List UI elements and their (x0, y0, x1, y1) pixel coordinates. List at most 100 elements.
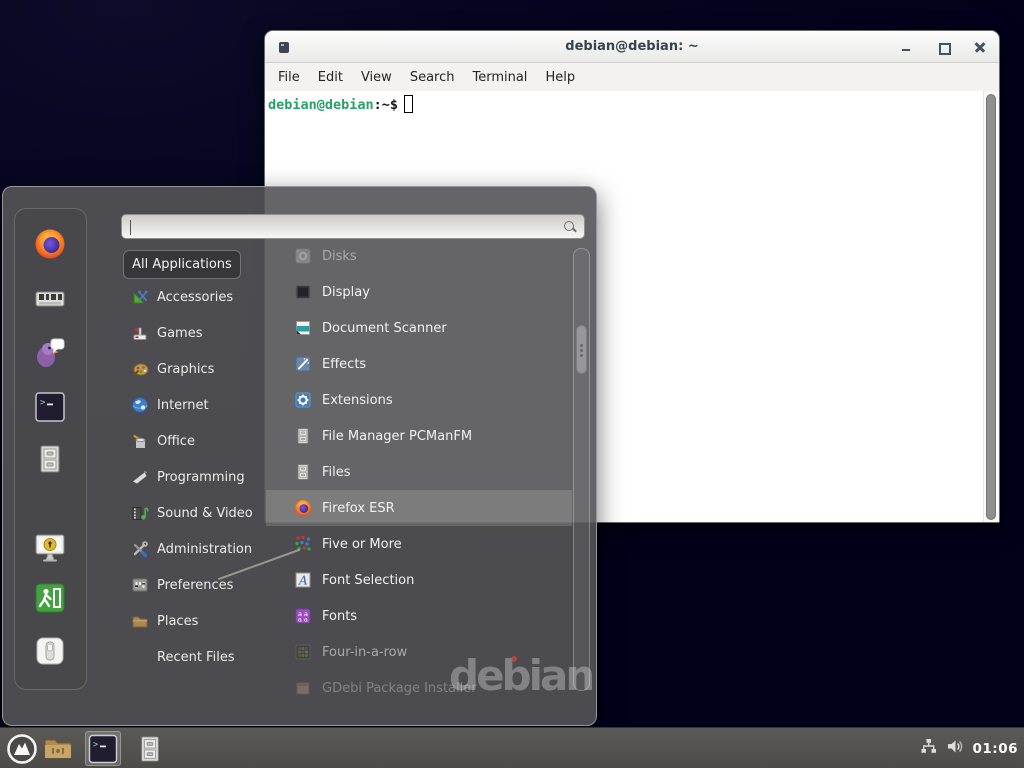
app-display[interactable]: Display (266, 274, 572, 310)
shell-prompt: debian@debian:~$ (268, 95, 413, 113)
terminal-menubar: File Edit View Search Terminal Help (265, 63, 999, 91)
minimize-button[interactable] (901, 42, 911, 52)
taskbar-file-manager-button[interactable] (40, 731, 76, 766)
category-internet[interactable]: Internet (119, 387, 266, 423)
app-extensions[interactable]: Extensions (266, 382, 572, 418)
places-icon (131, 612, 149, 630)
maximize-button[interactable] (938, 42, 948, 52)
category-recent-files[interactable]: Recent Files (119, 639, 266, 675)
menu-view[interactable]: View (352, 66, 401, 89)
close-button[interactable] (975, 42, 985, 52)
menu-file[interactable]: File (269, 66, 309, 89)
file-cabinet-icon (294, 463, 312, 481)
app-document-scanner[interactable]: Document Scanner (266, 310, 572, 346)
terminal-scrollbar[interactable] (983, 91, 999, 523)
terminal-titlebar[interactable]: debian@debian: ~ (265, 31, 999, 63)
gdebi-icon (294, 679, 312, 697)
keyboard-icon (33, 282, 67, 316)
category-list: Accessories Games Graphics Internet Offi… (119, 279, 266, 675)
category-office[interactable]: Office (119, 423, 266, 459)
document-scanner-icon (294, 319, 312, 337)
favorite-file-manager-button[interactable] (27, 436, 73, 482)
office-icon (131, 432, 149, 450)
menu-scrollbar-thumb[interactable] (576, 325, 587, 374)
category-programming[interactable]: Programming (119, 459, 266, 495)
file-cabinet-icon (34, 443, 66, 475)
folder-icon (41, 732, 75, 766)
terminal-icon: > (88, 734, 118, 764)
category-preferences[interactable]: Preferences (119, 567, 266, 603)
effects-icon (294, 355, 312, 373)
search-box[interactable] (121, 214, 585, 239)
no-icon (131, 648, 149, 666)
app-gdebi-package-installer[interactable]: GDebi Package Installer (266, 670, 572, 706)
menu-edit[interactable]: Edit (309, 66, 352, 89)
fonts-icon: a aa a (294, 607, 312, 625)
four-in-a-row-icon (294, 643, 312, 661)
all-applications-button[interactable]: All Applications (123, 250, 241, 279)
terminal-cursor (404, 95, 413, 113)
clock[interactable]: 01:06 (973, 741, 1018, 757)
category-places[interactable]: Places (119, 603, 266, 639)
graphics-icon (131, 360, 149, 378)
category-sound-video[interactable]: Sound & Video (119, 495, 266, 531)
app-firefox-esr[interactable]: Firefox ESR (266, 490, 572, 526)
menu-search[interactable]: Search (401, 66, 464, 89)
app-five-or-more[interactable]: Five or More (266, 526, 572, 562)
applications-menu: debian > (2, 186, 597, 726)
app-effects[interactable]: Effects (266, 346, 572, 382)
font-selection-icon: A (294, 571, 312, 589)
display-icon (294, 283, 312, 301)
app-file-manager-pcmanfm[interactable]: File Manager PCManFM (266, 418, 572, 454)
programming-icon (131, 468, 149, 486)
firefox-icon (34, 228, 66, 260)
volume-icon[interactable] (946, 737, 965, 760)
internet-icon (131, 396, 149, 414)
app-fonts[interactable]: a aa a Fonts (266, 598, 572, 634)
app-disks[interactable]: Disks (266, 238, 572, 274)
pidgin-icon (33, 336, 67, 370)
app-font-selection[interactable]: A Font Selection (266, 562, 572, 598)
search-input[interactable] (130, 217, 550, 236)
favorite-firefox-button[interactable] (27, 221, 73, 267)
category-administration[interactable]: Administration (119, 531, 266, 567)
application-list: Disks Display Document Scanner Effects E… (266, 238, 572, 706)
administration-icon (131, 540, 149, 558)
menu-button[interactable] (4, 731, 40, 766)
search-icon (563, 220, 577, 234)
menu-scrollbar[interactable] (573, 248, 590, 691)
taskbar-files-button[interactable] (132, 731, 168, 766)
terminal-icon: > (34, 391, 66, 423)
five-or-more-icon (294, 535, 312, 553)
favorite-keyboard-button[interactable] (27, 276, 73, 322)
accessories-icon (131, 288, 149, 306)
logout-button[interactable] (27, 575, 73, 621)
favorite-pidgin-button[interactable] (27, 330, 73, 376)
menu-terminal[interactable]: Terminal (463, 66, 536, 89)
category-graphics[interactable]: Graphics (119, 351, 266, 387)
category-games[interactable]: Games (119, 315, 266, 351)
app-files[interactable]: Files (266, 454, 572, 490)
taskbar-terminal-button[interactable]: > (85, 731, 121, 766)
logout-icon (34, 582, 66, 614)
network-icon[interactable] (919, 737, 938, 760)
sound-video-icon (131, 504, 149, 522)
extensions-icon (294, 391, 312, 409)
terminal-title: debian@debian: ~ (265, 39, 999, 54)
terminal-scrollbar-thumb[interactable] (986, 94, 996, 520)
favorite-terminal-button[interactable]: > (27, 384, 73, 430)
distributor-logo-icon (6, 733, 38, 765)
prompt-user: debian@debian (268, 97, 374, 113)
svg-text:>: > (93, 740, 98, 750)
category-accessories[interactable]: Accessories (119, 279, 266, 315)
lock-screen-icon (33, 531, 67, 565)
games-icon (131, 324, 149, 342)
menu-help[interactable]: Help (536, 66, 584, 89)
firefox-icon (294, 499, 312, 517)
svg-text:A: A (298, 574, 308, 588)
desktop: debian@debian: ~ File Edit View Search T… (0, 0, 1024, 768)
quit-button[interactable] (27, 628, 73, 674)
app-four-in-a-row[interactable]: Four-in-a-row (266, 634, 572, 670)
taskbar: > 01:06 (0, 727, 1024, 768)
lock-screen-button[interactable] (27, 525, 73, 571)
